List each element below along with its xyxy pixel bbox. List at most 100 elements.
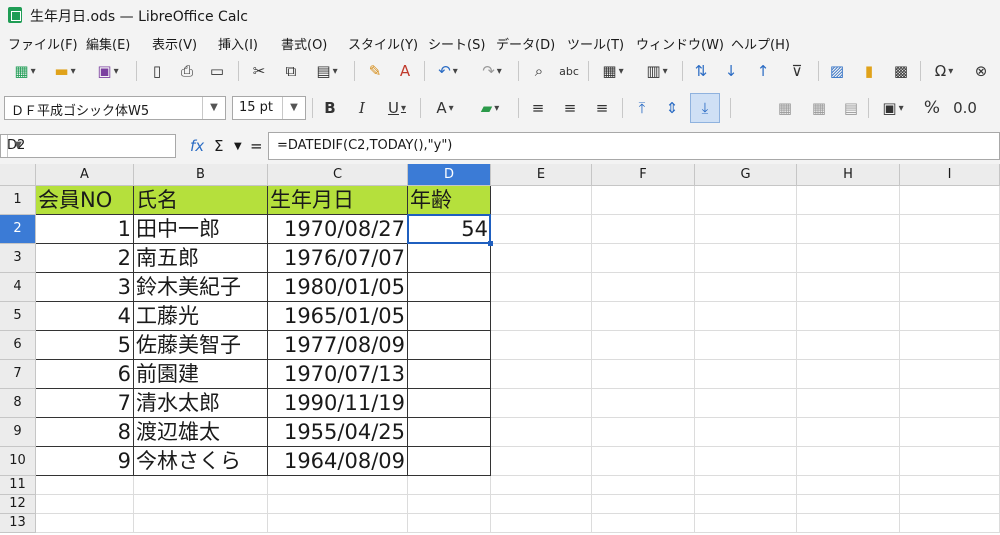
column-header-a[interactable]: A: [36, 164, 134, 186]
cell-e8[interactable]: [491, 389, 592, 418]
bold-button[interactable]: B: [318, 95, 342, 121]
decimal-format-button[interactable]: 0.0: [950, 95, 980, 121]
cell-d12[interactable]: [408, 495, 491, 514]
italic-button[interactable]: I: [350, 95, 374, 121]
new-spreadsheet-icon[interactable]: ▦: [8, 58, 42, 84]
cell-b5[interactable]: 工藤光: [134, 302, 268, 331]
row-header-1[interactable]: 1: [0, 186, 36, 215]
cell-b8[interactable]: 清水太郎: [134, 389, 268, 418]
cell-g10[interactable]: [695, 447, 797, 476]
save-icon[interactable]: ▣: [90, 58, 126, 84]
menu-data[interactable]: データ(D): [496, 34, 555, 53]
cell-h12[interactable]: [797, 495, 900, 514]
cell-h3[interactable]: [797, 244, 900, 273]
cell-h5[interactable]: [797, 302, 900, 331]
cell-g11[interactable]: [695, 476, 797, 495]
cell-g12[interactable]: [695, 495, 797, 514]
cell-d8[interactable]: [408, 389, 491, 418]
cell-e12[interactable]: [491, 495, 592, 514]
sum-icon[interactable]: Σ: [214, 137, 223, 155]
cell-h2[interactable]: [797, 215, 900, 244]
font-name-combo[interactable]: ＤＦ平成ゴシック体W5 ▼: [4, 96, 226, 120]
insert-image-icon[interactable]: ▨: [824, 58, 850, 84]
cell-d10[interactable]: [408, 447, 491, 476]
cell-g9[interactable]: [695, 418, 797, 447]
cell-a10[interactable]: 9: [36, 447, 134, 476]
formula-equals-icon[interactable]: =: [250, 137, 263, 155]
cell-d9[interactable]: [408, 418, 491, 447]
row-header-9[interactable]: 9: [0, 418, 36, 447]
column-header-f[interactable]: F: [592, 164, 695, 186]
font-color-button[interactable]: A: [428, 95, 462, 121]
cell-i2[interactable]: [900, 215, 1000, 244]
column-header-b[interactable]: B: [134, 164, 268, 186]
cell-f7[interactable]: [592, 360, 695, 389]
sort-icon[interactable]: ⇅: [688, 58, 714, 84]
cell-f6[interactable]: [592, 331, 695, 360]
cell-d2[interactable]: 54: [408, 215, 491, 244]
sort-ascending-icon[interactable]: ↓: [718, 58, 744, 84]
cell-i11[interactable]: [900, 476, 1000, 495]
row-header-11[interactable]: 11: [0, 476, 36, 495]
row-header-3[interactable]: 3: [0, 244, 36, 273]
print-preview-icon[interactable]: ▭: [204, 58, 230, 84]
row-header-13[interactable]: 13: [0, 514, 36, 533]
cell-f13[interactable]: [592, 514, 695, 533]
cell-f5[interactable]: [592, 302, 695, 331]
cell-a5[interactable]: 4: [36, 302, 134, 331]
cell-b2[interactable]: 田中一郎: [134, 215, 268, 244]
autofilter-icon[interactable]: ⊽: [784, 58, 810, 84]
cell-c7[interactable]: 1970/07/13: [268, 360, 408, 389]
cell-d6[interactable]: [408, 331, 491, 360]
cell-g7[interactable]: [695, 360, 797, 389]
row-header-4[interactable]: 4: [0, 273, 36, 302]
cell-f4[interactable]: [592, 273, 695, 302]
cell-a11[interactable]: [36, 476, 134, 495]
export-pdf-icon[interactable]: ▯: [144, 58, 170, 84]
cell-f11[interactable]: [592, 476, 695, 495]
select-all-corner[interactable]: [0, 164, 36, 186]
cell-e11[interactable]: [491, 476, 592, 495]
undo-icon[interactable]: ↶: [430, 58, 466, 84]
cell-h6[interactable]: [797, 331, 900, 360]
cell-b11[interactable]: [134, 476, 268, 495]
cell-e10[interactable]: [491, 447, 592, 476]
cell-a7[interactable]: 6: [36, 360, 134, 389]
highlight-color-icon[interactable]: ▰: [470, 95, 510, 121]
cell-d11[interactable]: [408, 476, 491, 495]
row-icon[interactable]: ▦: [594, 58, 632, 84]
cell-d5[interactable]: [408, 302, 491, 331]
cell-i12[interactable]: [900, 495, 1000, 514]
currency-format-icon[interactable]: ▣: [874, 95, 912, 121]
percent-format-button[interactable]: %: [920, 95, 944, 121]
cell-c3[interactable]: 1976/07/07: [268, 244, 408, 273]
cell-a8[interactable]: 7: [36, 389, 134, 418]
cell-e13[interactable]: [491, 514, 592, 533]
cell-b12[interactable]: [134, 495, 268, 514]
column-header-d[interactable]: D: [408, 164, 491, 186]
column-header-g[interactable]: G: [695, 164, 797, 186]
cell-a2[interactable]: 1: [36, 215, 134, 244]
spreadsheet-grid[interactable]: A B C D E F G H I 1 2 3 4 5 6 7 8 9 10 11 12 13 会員NO 氏名 生年月日 年齢 1 田…: [0, 164, 1000, 535]
align-bottom-icon[interactable]: ⤓: [690, 93, 720, 123]
cell-e1[interactable]: [491, 186, 592, 215]
cell-e5[interactable]: [491, 302, 592, 331]
align-center-icon[interactable]: ≡: [558, 95, 582, 121]
cell-i13[interactable]: [900, 514, 1000, 533]
cell-c5[interactable]: 1965/01/05: [268, 302, 408, 331]
row-header-2[interactable]: 2: [0, 215, 36, 244]
cell-c9[interactable]: 1955/04/25: [268, 418, 408, 447]
cell-c2[interactable]: 1970/08/27: [268, 215, 408, 244]
find-replace-icon[interactable]: ⌕: [526, 58, 552, 84]
column-icon[interactable]: ▥: [638, 58, 676, 84]
cell-h8[interactable]: [797, 389, 900, 418]
column-header-e[interactable]: E: [491, 164, 592, 186]
cell-b1[interactable]: 氏名: [134, 186, 268, 215]
column-header-i[interactable]: I: [900, 164, 1000, 186]
cell-i7[interactable]: [900, 360, 1000, 389]
cell-c12[interactable]: [268, 495, 408, 514]
menu-sheet[interactable]: シート(S): [428, 34, 485, 53]
align-right-icon[interactable]: ≡: [590, 95, 614, 121]
cell-c10[interactable]: 1964/08/09: [268, 447, 408, 476]
menu-window[interactable]: ウィンドウ(W): [636, 34, 724, 53]
